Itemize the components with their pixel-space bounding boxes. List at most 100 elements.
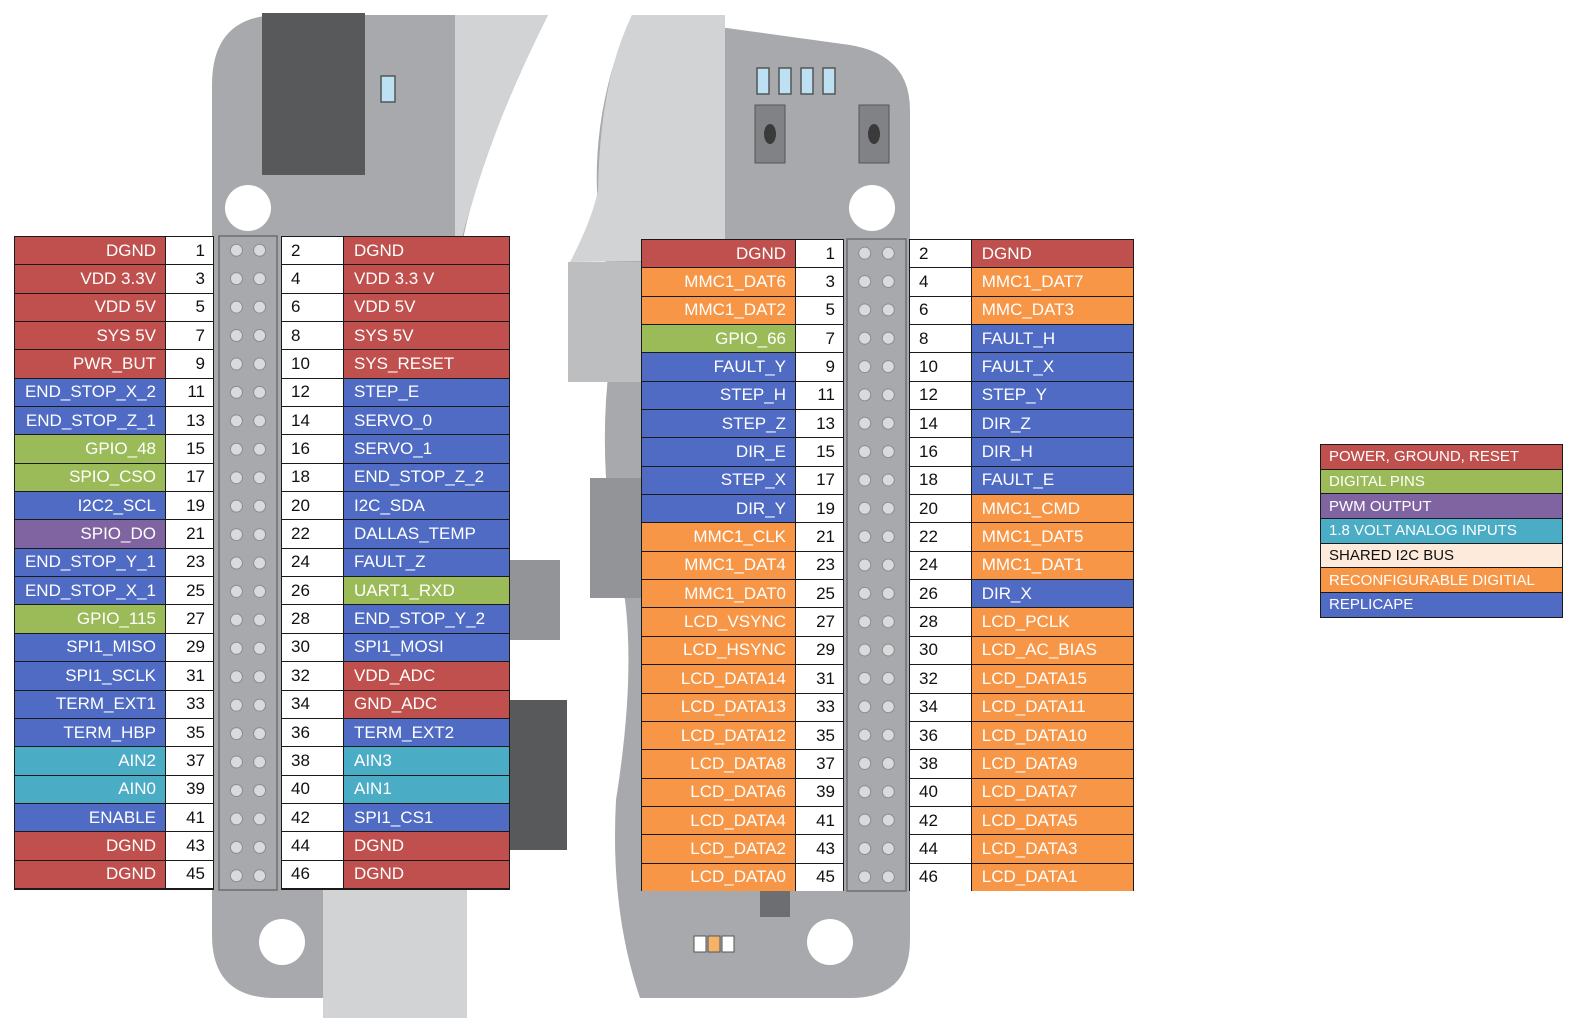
pin-number: 9 <box>166 350 213 378</box>
pin-number: 5 <box>166 293 213 322</box>
pin-row: 36 TERM_EXT2 <box>282 718 509 747</box>
pin-label: GPIO_66 <box>642 325 795 353</box>
header-hole-icon <box>253 272 267 286</box>
pin-row: 12 STEP_E <box>282 378 509 407</box>
header-hole-icon <box>881 558 895 572</box>
pin-row: 22 DALLAS_TEMP <box>282 520 509 548</box>
pin-label: MMC1_DAT7 <box>971 268 1133 296</box>
pin-number: 17 <box>166 463 213 492</box>
pin-row: SPI1_MISO 29 <box>15 633 213 662</box>
header-hole-icon <box>881 756 895 770</box>
pin-row: SYS 5V 7 <box>15 322 213 350</box>
header-hole-icon <box>229 414 243 428</box>
pin-number: 16 <box>282 435 343 463</box>
pin-row: MMC1_DAT0 25 <box>642 580 843 608</box>
pin-label: VDD_ADC <box>344 662 509 690</box>
pin-number: 30 <box>282 633 343 662</box>
pin-label: SYS 5V <box>344 322 509 350</box>
header-hole-icon <box>229 528 243 542</box>
pin-number: 32 <box>910 665 971 693</box>
pin-number: 7 <box>166 322 213 350</box>
mount-hole-icon <box>807 919 853 965</box>
header-hole-icon <box>881 530 895 544</box>
header-hole-icon <box>253 869 267 883</box>
pin-row: 40 AIN1 <box>282 775 509 803</box>
header-hole-icon <box>858 643 872 657</box>
pin-number: 21 <box>796 523 843 551</box>
pin-label: LCD_DATA14 <box>642 665 795 693</box>
pin-label: END_STOP_Z_2 <box>344 463 509 492</box>
pin-number: 35 <box>166 718 213 747</box>
header-hole-icon <box>253 300 267 314</box>
header-hole-icon <box>253 556 267 570</box>
header-hole-icon <box>858 671 872 685</box>
pin-row: LCD_DATA12 35 <box>642 721 843 750</box>
led-indicator <box>822 67 836 95</box>
color-legend: POWER, GROUND, RESET DIGITAL PINS PWM OUTP… <box>1320 444 1563 618</box>
pin-label: LCD_DATA11 <box>971 693 1133 721</box>
pin-number: 5 <box>796 296 843 325</box>
pin-number: 15 <box>796 438 843 466</box>
pin-row: ENABLE 41 <box>15 803 213 832</box>
pin-row: VDD 3.3V 3 <box>15 265 213 293</box>
pin-row: 12 STEP_Y <box>910 381 1133 410</box>
pin-row: 42 LCD_DATA5 <box>910 806 1133 835</box>
pin-row: GPIO_66 7 <box>642 325 843 353</box>
pin-row: 36 LCD_DATA10 <box>910 721 1133 750</box>
header-hole-icon <box>253 783 267 797</box>
header-hole-icon <box>858 530 872 544</box>
pin-number: 38 <box>282 747 343 775</box>
pin-row: 4 VDD 3.3 V <box>282 265 509 293</box>
header-hole-icon <box>881 785 895 799</box>
header-hole-icon <box>858 700 872 714</box>
pin-label: LCD_DATA7 <box>971 778 1133 806</box>
pin-number: 6 <box>282 293 343 322</box>
pin-number: 3 <box>166 265 213 293</box>
header-hole-icon <box>858 331 872 345</box>
pin-label: VDD 3.3V <box>15 265 165 293</box>
pin-label: MMC1_DAT2 <box>642 296 795 325</box>
pin-row: 6 MMC_DAT3 <box>910 296 1133 325</box>
header-hole-icon <box>229 442 243 456</box>
pin-number: 2 <box>910 240 971 268</box>
pin-label: DIR_H <box>971 438 1133 466</box>
pin-number: 43 <box>796 835 843 863</box>
pin-row: 38 AIN3 <box>282 747 509 775</box>
pin-label: I2C2_SCL <box>15 492 165 520</box>
pin-label: I2C_SDA <box>344 492 509 520</box>
pin-number: 14 <box>282 407 343 435</box>
pin-row: LCD_DATA0 45 <box>642 863 843 891</box>
header-hole-icon <box>253 812 267 826</box>
pin-label: DGND <box>15 860 165 888</box>
pin-label: DIR_E <box>642 438 795 466</box>
header-hole-icon <box>858 246 872 260</box>
pin-row: 26 DIR_X <box>910 580 1133 608</box>
header-hole-icon <box>253 357 267 371</box>
pin-row: DGND 43 <box>15 832 213 860</box>
header-hole-icon <box>253 641 267 655</box>
pin-label: SPIO_CSO <box>15 463 165 492</box>
header-hole-icon <box>253 243 267 257</box>
pin-row: 38 LCD_DATA9 <box>910 750 1133 778</box>
pin-number: 22 <box>910 523 971 551</box>
pin-label: FAULT_Y <box>642 353 795 381</box>
pin-label: STEP_Z <box>642 410 795 438</box>
pin-label: DGND <box>15 237 165 265</box>
mount-hole-icon <box>849 185 895 231</box>
pin-row: 10 SYS_RESET <box>282 350 509 378</box>
header-hole-icon <box>858 586 872 600</box>
pin-label: LCD_DATA15 <box>971 665 1133 693</box>
pin-label: LCD_DATA1 <box>971 863 1133 891</box>
pin-number: 17 <box>796 466 843 495</box>
pin-label: LCD_DATA0 <box>642 863 795 891</box>
pin-row: 6 VDD 5V <box>282 293 509 322</box>
pin-number: 12 <box>910 381 971 410</box>
pin-number: 41 <box>796 806 843 835</box>
pin-row: 28 END_STOP_Y_2 <box>282 605 509 633</box>
pin-row: 8 FAULT_H <box>910 325 1133 353</box>
pin-number: 33 <box>796 693 843 721</box>
pin-label: AIN2 <box>15 747 165 775</box>
header-hole-icon <box>858 473 872 487</box>
pin-number: 2 <box>282 237 343 265</box>
pin-label: UART1_RXD <box>344 577 509 605</box>
